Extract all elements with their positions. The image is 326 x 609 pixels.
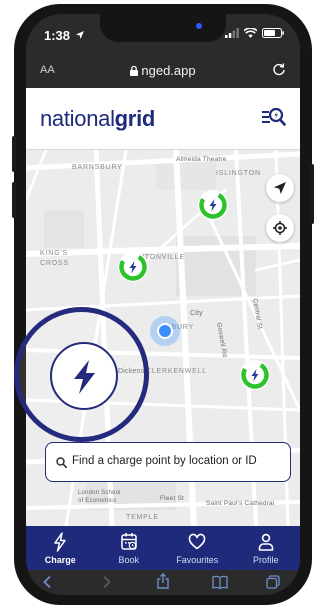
navigation-arrow-icon <box>274 182 286 194</box>
back-icon[interactable] <box>42 575 54 589</box>
tab-label: Book <box>118 555 139 565</box>
tab-label: Favourites <box>176 555 219 565</box>
map-label: BARNSBURY <box>72 164 123 171</box>
map-label: City <box>190 310 203 317</box>
lock-icon <box>130 65 139 76</box>
location-arrow-icon <box>76 31 84 39</box>
logo-text-bold: grid <box>114 106 156 131</box>
map-label: London School <box>78 490 121 496</box>
camera-indicator <box>196 23 202 29</box>
tab-book[interactable]: Book <box>95 526 164 570</box>
url-text: nged.app <box>141 63 196 78</box>
phone-side-button <box>310 164 314 224</box>
reload-icon[interactable] <box>272 62 286 76</box>
charge-point-ring-icon <box>119 253 147 281</box>
charge-bolt-button[interactable] <box>50 342 118 410</box>
user-icon <box>258 533 274 551</box>
map-label: Saint Paul's Cathedral <box>206 500 275 507</box>
status-time: 1:38 <box>44 28 71 43</box>
map-label: Almeida Theatre <box>176 156 227 163</box>
phone-screen: 1:38 AA nged.app nationalgrid BARNSBURY … <box>26 14 300 595</box>
tab-charge[interactable]: Charge <box>26 526 95 570</box>
charge-point-ring-icon <box>241 361 269 389</box>
map-label: CLERKENWELL <box>146 368 207 375</box>
wifi-icon <box>244 28 257 38</box>
recenter-button[interactable] <box>266 214 294 242</box>
phone-notch <box>100 14 226 42</box>
status-bar: 1:38 <box>26 14 300 54</box>
phone-volume-up <box>12 136 16 172</box>
bookmarks-icon[interactable] <box>212 575 228 589</box>
bolt-icon <box>74 360 95 394</box>
charge-point-pin[interactable] <box>198 190 228 220</box>
map-label: KING'S <box>40 250 68 257</box>
app-header: nationalgrid <box>26 88 300 150</box>
status-icons <box>225 28 284 38</box>
tab-favourites[interactable]: Favourites <box>163 526 232 570</box>
charge-point-pin[interactable] <box>118 252 148 282</box>
forward-icon[interactable] <box>100 575 112 589</box>
calendar-icon <box>121 533 137 550</box>
share-icon[interactable] <box>156 573 170 589</box>
crosshair-icon <box>273 221 287 235</box>
map-label: CROSS <box>40 260 69 267</box>
national-grid-logo[interactable]: nationalgrid <box>40 106 155 132</box>
browser-toolbar <box>26 570 300 595</box>
map-label: TEMPLE <box>126 514 159 521</box>
signal-icon <box>225 28 239 38</box>
heart-icon <box>188 533 206 550</box>
tab-profile[interactable]: Profile <box>232 526 301 570</box>
list-search-icon[interactable] <box>260 105 286 129</box>
url-field[interactable]: nged.app <box>26 63 300 78</box>
tab-label: Charge <box>44 555 76 565</box>
charge-point-search[interactable]: Find a charge point by location or ID <box>45 442 291 482</box>
battery-icon <box>262 28 284 38</box>
navigate-button[interactable] <box>266 174 294 202</box>
tab-label: Profile <box>252 555 279 565</box>
bolt-icon <box>54 532 66 552</box>
bottom-nav: Charge Book Favourites Profile <box>26 526 300 570</box>
logo-text-light: national <box>40 106 115 131</box>
map-label: of Economics <box>78 498 117 504</box>
search-placeholder: Find a charge point by location or ID <box>72 455 257 467</box>
charge-point-ring-icon <box>199 191 227 219</box>
map-label: Fleet St <box>160 495 184 502</box>
phone-volume-down <box>12 182 16 218</box>
search-icon <box>56 457 67 468</box>
map-label: ISLINGTON <box>216 170 261 177</box>
browser-url-bar[interactable]: AA nged.app <box>26 54 300 88</box>
current-location-marker <box>150 316 180 346</box>
charge-point-pin[interactable] <box>240 360 270 390</box>
tabs-icon[interactable] <box>266 575 280 589</box>
